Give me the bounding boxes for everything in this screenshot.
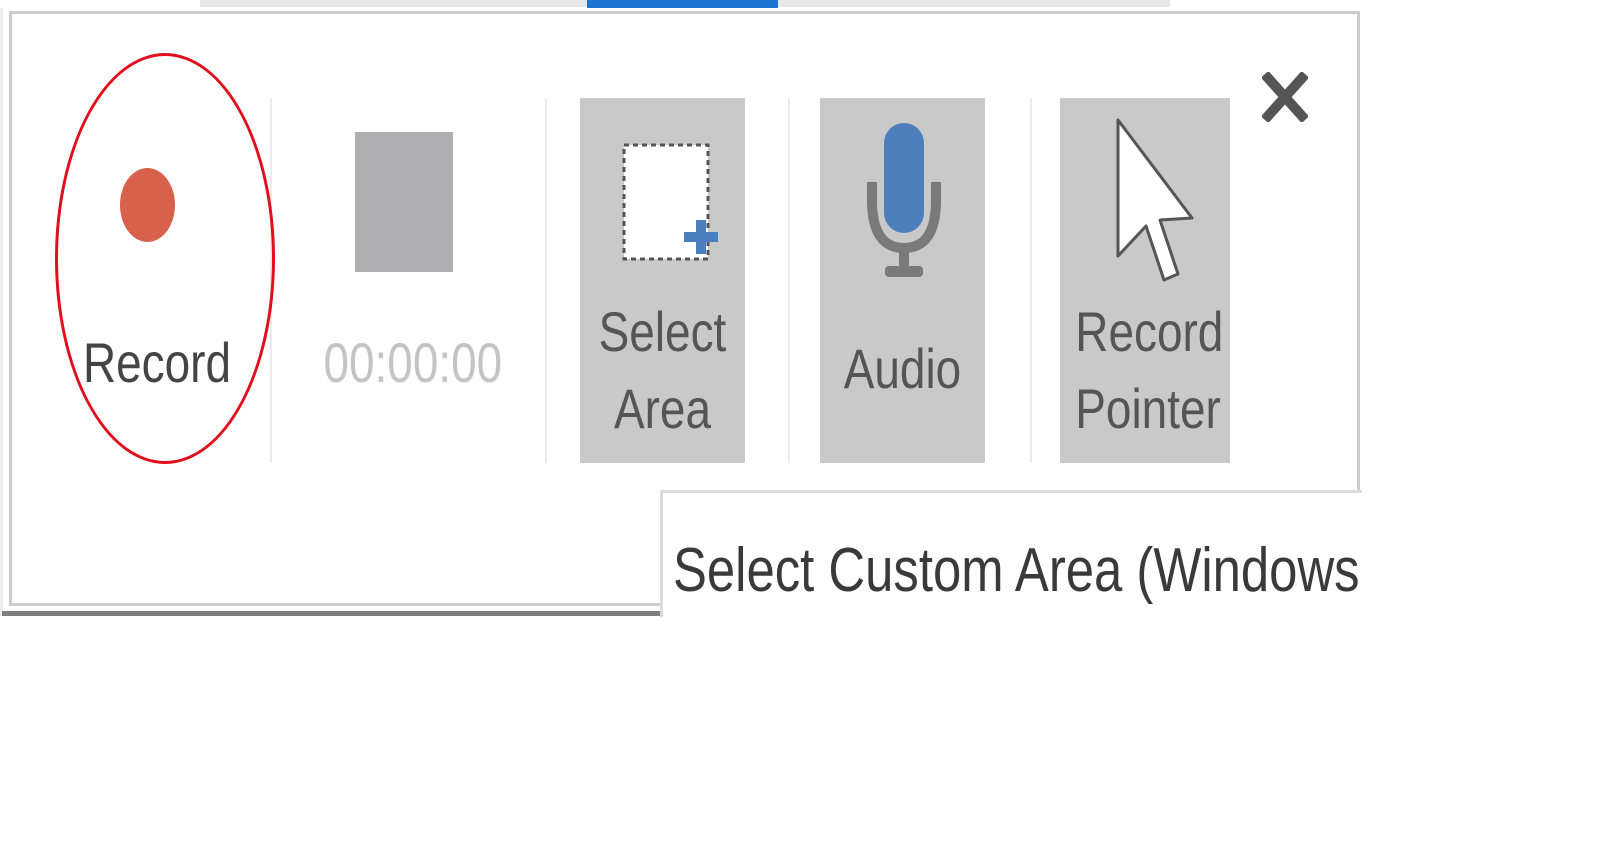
panel-shadow <box>0 8 3 616</box>
audio-button[interactable]: Audio <box>820 98 985 463</box>
screen-recording-stage: Record 00:00:00 Select Area Audio Record… <box>0 0 1600 854</box>
record-pointer-label-line2: Pointer <box>1075 377 1221 440</box>
tooltip-text: Select Custom Area (Windows lo <box>673 536 1362 605</box>
record-label: Record <box>82 331 232 394</box>
active-tab-indicator <box>587 0 778 8</box>
panel-bottom-edge <box>2 611 662 616</box>
toolbar-divider <box>788 98 790 463</box>
toolbar-divider <box>270 98 272 463</box>
stop-button[interactable] <box>330 98 480 463</box>
audio-label: Audio <box>843 337 962 400</box>
close-button[interactable] <box>1262 72 1308 122</box>
toolbar-divider <box>1030 98 1032 463</box>
select-area-label-line1: Select <box>598 300 727 363</box>
record-pointer-label-line1: Record <box>1075 300 1224 363</box>
select-area-tooltip: Select Custom Area (Windows lo <box>660 490 1362 617</box>
stop-square-icon <box>355 132 453 272</box>
recording-timer: 00:00:00 <box>323 331 503 394</box>
select-area-button[interactable]: Select Area <box>580 98 745 463</box>
toolbar-divider <box>545 98 547 463</box>
record-pointer-button[interactable]: Record Pointer <box>1060 98 1230 463</box>
record-button[interactable]: Record <box>57 98 257 463</box>
record-dot-icon <box>120 168 175 242</box>
select-area-label-line2: Area <box>613 377 711 440</box>
